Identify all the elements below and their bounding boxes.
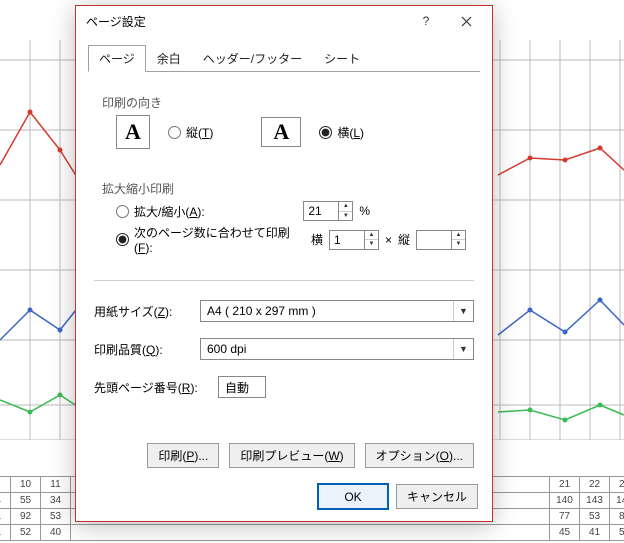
portrait-radio-input[interactable] bbox=[168, 126, 181, 139]
fit-wide-spinner[interactable]: ▲▼ bbox=[329, 230, 379, 250]
adjust-spinner[interactable]: ▲▼ bbox=[303, 201, 353, 221]
close-icon bbox=[461, 16, 472, 27]
print-quality-row: 印刷品質(Q): 600 dpi ▼ bbox=[94, 338, 474, 360]
print-quality-label: 印刷品質(Q): bbox=[94, 341, 194, 358]
fit-radio-input[interactable] bbox=[116, 233, 129, 246]
tab-sheet[interactable]: シート bbox=[313, 45, 371, 72]
fit-radio[interactable]: 次のページ数に合わせて印刷(F): bbox=[116, 224, 305, 255]
scaling-group: 拡大縮小印刷 拡大/縮小(A): ▲▼ % 次のページ数に合わせて印刷(F): bbox=[94, 170, 474, 266]
titlebar: ページ設定 ? bbox=[76, 6, 492, 36]
adjust-radio[interactable]: 拡大/縮小(A): bbox=[116, 203, 205, 220]
orientation-group: 印刷の向き A 縦(T) A 横(L) bbox=[94, 84, 474, 160]
chevron-down-icon: ▼ bbox=[453, 339, 473, 359]
chevron-down-icon: ▼ bbox=[453, 301, 473, 321]
ok-button[interactable]: OK bbox=[318, 484, 388, 509]
fit-x: × bbox=[385, 233, 392, 247]
portrait-radio[interactable]: 縦(T) bbox=[168, 124, 213, 141]
help-button[interactable]: ? bbox=[406, 7, 446, 35]
dialog-footer: OK キャンセル bbox=[76, 476, 492, 521]
dialog-title: ページ設定 bbox=[86, 13, 406, 30]
cancel-button[interactable]: キャンセル bbox=[396, 484, 478, 509]
print-quality-select[interactable]: 600 dpi ▼ bbox=[200, 338, 474, 360]
adjust-radio-input[interactable] bbox=[116, 205, 129, 218]
portrait-icon: A bbox=[116, 115, 150, 149]
fit-tall-label: 縦 bbox=[398, 231, 410, 248]
fit-wide-input[interactable] bbox=[330, 231, 364, 249]
paper-size-select[interactable]: A4 ( 210 x 297 mm ) ▼ bbox=[200, 300, 474, 322]
close-button[interactable] bbox=[446, 7, 486, 35]
print-quality-value: 600 dpi bbox=[201, 342, 453, 356]
paper-size-row: 用紙サイズ(Z): A4 ( 210 x 297 mm ) ▼ bbox=[94, 300, 474, 322]
spinner-arrows[interactable]: ▲▼ bbox=[364, 231, 378, 249]
adjust-unit: % bbox=[359, 204, 370, 218]
fit-tall-input[interactable] bbox=[417, 231, 451, 249]
first-page-row: 先頭ページ番号(R): 自動 bbox=[94, 376, 474, 398]
separator bbox=[94, 280, 474, 281]
paper-size-value: A4 ( 210 x 297 mm ) bbox=[201, 304, 453, 318]
fit-wide-label: 横 bbox=[311, 231, 323, 248]
spinner-arrows[interactable]: ▲▼ bbox=[451, 231, 465, 249]
page-setup-dialog: ページ設定 ? ページ 余白 ヘッダー/フッター シート 印刷の向き A 縦(T… bbox=[75, 5, 493, 522]
fit-tall-spinner[interactable]: ▲▼ bbox=[416, 230, 466, 250]
tab-header-footer[interactable]: ヘッダー/フッター bbox=[192, 45, 313, 72]
tab-content: 印刷の向き A 縦(T) A 横(L) 拡大縮小印刷 bbox=[76, 72, 492, 476]
options-button[interactable]: オプション(O)... bbox=[365, 443, 474, 468]
landscape-radio-input[interactable] bbox=[319, 126, 332, 139]
first-page-label: 先頭ページ番号(R): bbox=[94, 379, 212, 396]
orientation-legend: 印刷の向き bbox=[102, 94, 466, 111]
landscape-radio[interactable]: 横(L) bbox=[319, 124, 364, 141]
tab-page[interactable]: ページ bbox=[88, 45, 146, 72]
tab-margins[interactable]: 余白 bbox=[146, 45, 192, 72]
action-buttons: 印刷(P)... 印刷プレビュー(W) オプション(O)... bbox=[94, 443, 474, 468]
adjust-input[interactable] bbox=[304, 202, 338, 220]
first-page-input[interactable]: 自動 bbox=[218, 376, 266, 398]
print-preview-button[interactable]: 印刷プレビュー(W) bbox=[229, 443, 354, 468]
landscape-icon: A bbox=[261, 117, 301, 147]
print-button[interactable]: 印刷(P)... bbox=[147, 443, 219, 468]
spinner-arrows[interactable]: ▲▼ bbox=[338, 202, 352, 220]
paper-size-label: 用紙サイズ(Z): bbox=[94, 303, 194, 320]
scaling-legend: 拡大縮小印刷 bbox=[102, 180, 466, 197]
tab-strip: ページ 余白 ヘッダー/フッター シート bbox=[88, 44, 480, 72]
